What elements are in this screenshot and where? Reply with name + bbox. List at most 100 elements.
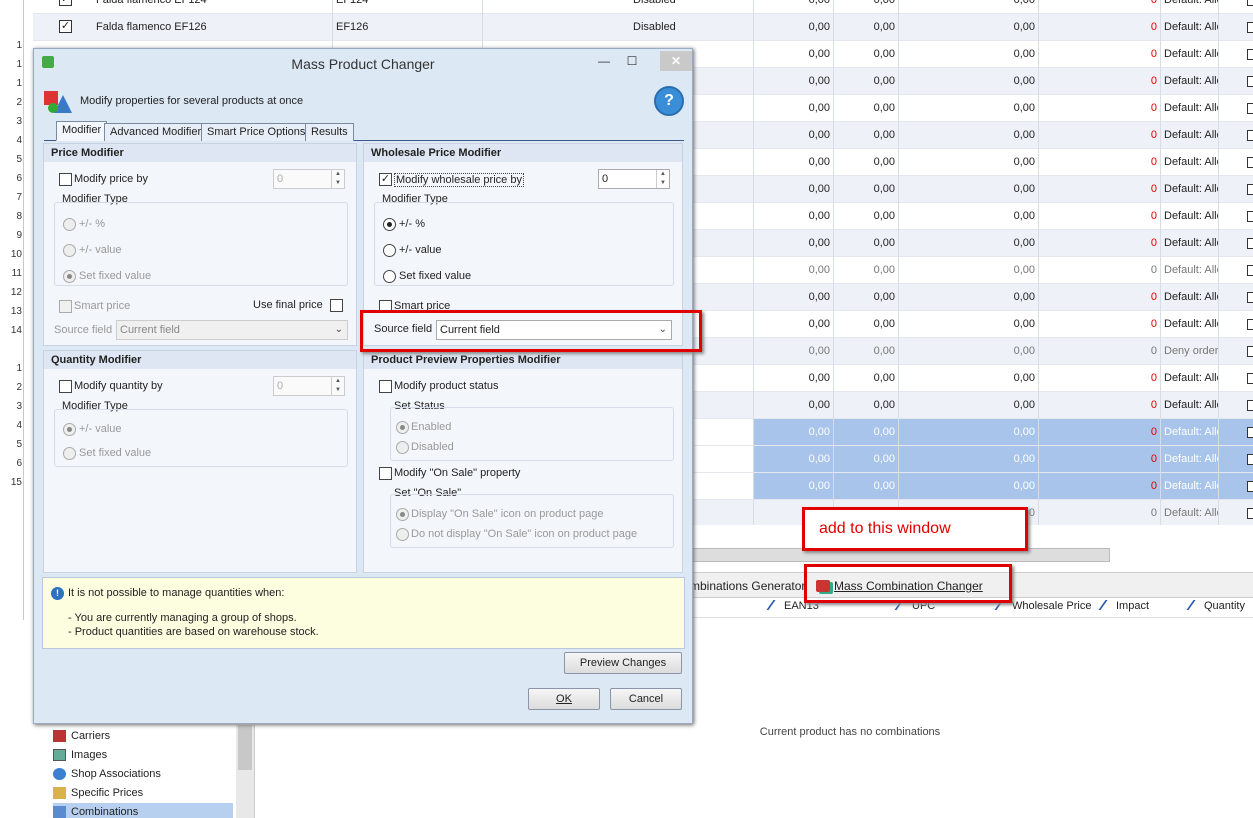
- col-wholesale-price[interactable]: Wholesale Price: [994, 600, 1091, 612]
- cell-v3[interactable]: 0,00: [899, 365, 1039, 392]
- row-end-checkbox[interactable]: [1247, 103, 1253, 114]
- cell-v1[interactable]: 0,00: [754, 257, 834, 284]
- tab-smart-price-options[interactable]: Smart Price Options: [201, 123, 312, 141]
- cancel-button[interactable]: Cancel: [610, 688, 682, 710]
- row-end-checkbox[interactable]: [1247, 76, 1253, 87]
- cell-v2[interactable]: 0,00: [834, 41, 899, 68]
- tab-modifier[interactable]: Modifier: [56, 121, 108, 141]
- cell-avail[interactable]: Default: Allo: [1161, 14, 1219, 41]
- price-radio-percent[interactable]: [63, 218, 76, 231]
- cell-v3[interactable]: 0,00: [899, 311, 1039, 338]
- cell-ref[interactable]: EF124: [333, 0, 483, 14]
- cell-q[interactable]: 0: [1039, 473, 1161, 500]
- use-final-price-checkbox[interactable]: [330, 299, 343, 312]
- cell-v3[interactable]: 0,00: [899, 203, 1039, 230]
- tree-scroll-thumb[interactable]: [238, 725, 252, 770]
- quantity-radio-value[interactable]: [63, 423, 76, 436]
- cell-v2[interactable]: 0,00: [834, 473, 899, 500]
- onsale-radio-nodisplay[interactable]: [396, 528, 409, 541]
- cell-v2[interactable]: 0,00: [834, 0, 899, 14]
- tree-item-images[interactable]: Images: [53, 746, 233, 764]
- cell-v1[interactable]: 0,00: [754, 446, 834, 473]
- price-source-field-select[interactable]: Current field ⌄: [116, 320, 348, 340]
- status-radio-enabled[interactable]: [396, 421, 409, 434]
- row-end-checkbox[interactable]: [1247, 508, 1253, 519]
- cell-v1[interactable]: 0,00: [754, 419, 834, 446]
- cell-q[interactable]: 0: [1039, 284, 1161, 311]
- row-end-checkbox[interactable]: [1247, 49, 1253, 60]
- cell-name[interactable]: Falda flamenco EF126: [93, 14, 333, 41]
- modify-price-checkbox[interactable]: [59, 173, 72, 186]
- cell-v2[interactable]: 0,00: [834, 338, 899, 365]
- minimize-button[interactable]: —: [594, 51, 614, 71]
- price-radio-fixed[interactable]: [63, 270, 76, 283]
- cell-v1[interactable]: 0,00: [754, 473, 834, 500]
- ok-button[interactable]: OK: [528, 688, 600, 710]
- cell-q[interactable]: 0: [1039, 311, 1161, 338]
- cell-q[interactable]: 0: [1039, 0, 1161, 14]
- row-end-checkbox[interactable]: [1247, 238, 1253, 249]
- tree-item-combinations[interactable]: Combinations: [53, 803, 233, 818]
- row-end-checkbox[interactable]: [1247, 22, 1253, 33]
- cell-q[interactable]: 0: [1039, 41, 1161, 68]
- cell-v3[interactable]: 0,00: [899, 0, 1039, 14]
- wholesale-radio-value[interactable]: [383, 244, 396, 257]
- col-impact[interactable]: Impact: [1098, 600, 1149, 612]
- cell-v3[interactable]: 0,00: [899, 149, 1039, 176]
- cell-avail[interactable]: Default: Allo: [1161, 203, 1219, 230]
- preview-changes-button[interactable]: Preview Changes: [564, 652, 682, 674]
- cell-v2[interactable]: 0,00: [834, 446, 899, 473]
- stepper-arrows-icon[interactable]: ▲ ▼: [331, 170, 344, 188]
- cell-v1[interactable]: 0,00: [754, 122, 834, 149]
- cell-avail[interactable]: Default: Allo: [1161, 230, 1219, 257]
- cell-v3[interactable]: 0,00: [899, 257, 1039, 284]
- cell-v1[interactable]: 0,00: [754, 0, 834, 14]
- cell-v3[interactable]: 0,00: [899, 392, 1039, 419]
- row-end-checkbox[interactable]: [1247, 211, 1253, 222]
- cell-avail[interactable]: Default: Allo: [1161, 419, 1219, 446]
- wholesale-radio-percent[interactable]: [383, 218, 396, 231]
- cell-avail[interactable]: Default: Allo: [1161, 392, 1219, 419]
- cell-q[interactable]: 0: [1039, 203, 1161, 230]
- cell-avail[interactable]: Default: Allo: [1161, 176, 1219, 203]
- cell-avail[interactable]: Default: Allo: [1161, 311, 1219, 338]
- cell-q[interactable]: 0: [1039, 338, 1161, 365]
- row-checkbox[interactable]: ✓: [59, 20, 72, 33]
- cell-v1[interactable]: 0,00: [754, 41, 834, 68]
- tree-item-carriers[interactable]: Carriers: [53, 727, 233, 745]
- row-end-checkbox[interactable]: [1247, 157, 1253, 168]
- cell-q[interactable]: 0: [1039, 95, 1161, 122]
- cell-v3[interactable]: 0,00: [899, 122, 1039, 149]
- wholesale-radio-fixed[interactable]: [383, 270, 396, 283]
- cell-v3[interactable]: 0,00: [899, 338, 1039, 365]
- cell-v1[interactable]: 0,00: [754, 68, 834, 95]
- cell-q[interactable]: 0: [1039, 176, 1161, 203]
- cell-v1[interactable]: 0,00: [754, 149, 834, 176]
- cell-v2[interactable]: 0,00: [834, 230, 899, 257]
- tab-combinations-generator[interactable]: mbinations Generator: [684, 575, 811, 597]
- cell-q[interactable]: 0: [1039, 230, 1161, 257]
- row-end-checkbox[interactable]: [1247, 265, 1253, 276]
- col-quantity[interactable]: Quantity: [1186, 600, 1245, 612]
- cell-avail[interactable]: Default: Allo: [1161, 95, 1219, 122]
- cell-avail[interactable]: Default: Allo: [1161, 257, 1219, 284]
- cell-v3[interactable]: 0,00: [899, 473, 1039, 500]
- cell-v2[interactable]: 0,00: [834, 176, 899, 203]
- cell-v3[interactable]: 0,00: [899, 446, 1039, 473]
- cell-v1[interactable]: 0,00: [754, 203, 834, 230]
- row-checkbox[interactable]: ✓: [59, 0, 72, 6]
- price-radio-value[interactable]: [63, 244, 76, 257]
- cell-ref[interactable]: EF126: [333, 14, 483, 41]
- cell-avail[interactable]: Default: Allo: [1161, 0, 1219, 14]
- cell-v1[interactable]: 0,00: [754, 14, 834, 41]
- cell-q[interactable]: 0: [1039, 392, 1161, 419]
- cell-v1[interactable]: 0,00: [754, 230, 834, 257]
- cell-v1[interactable]: 0,00: [754, 392, 834, 419]
- cell-v2[interactable]: 0,00: [834, 149, 899, 176]
- cell-v3[interactable]: 0,00: [899, 14, 1039, 41]
- modify-quantity-checkbox[interactable]: [59, 380, 72, 393]
- cell-v2[interactable]: 0,00: [834, 284, 899, 311]
- row-end-checkbox[interactable]: [1247, 373, 1253, 384]
- table-row[interactable]: ✓ Falda flamenco EF126 EF126 Disabled 0,00 0,…: [33, 14, 1253, 41]
- tree-scrollbar[interactable]: [236, 725, 254, 818]
